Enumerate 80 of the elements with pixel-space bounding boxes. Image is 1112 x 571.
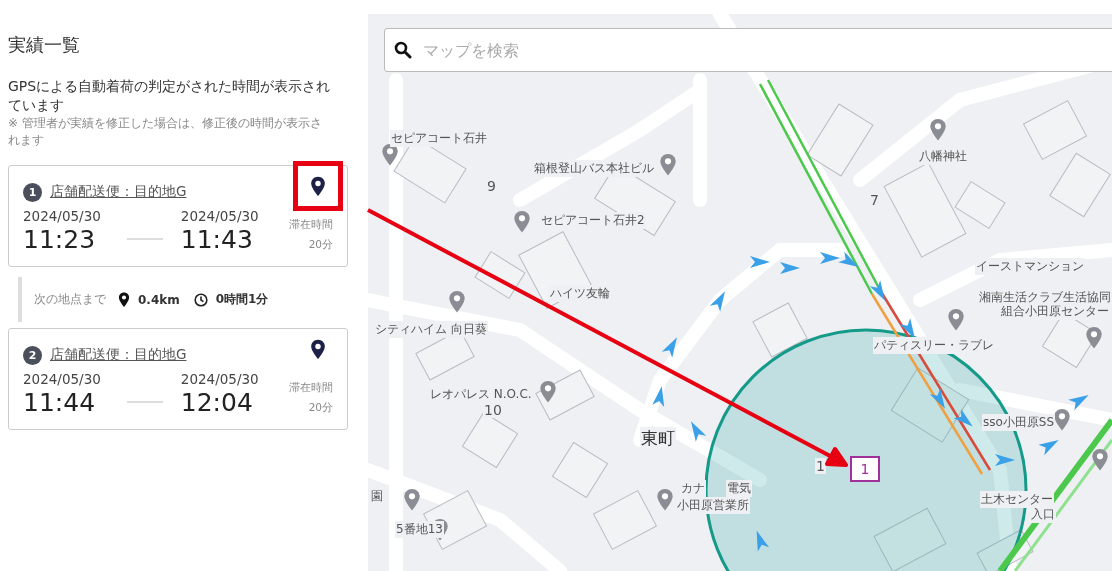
direction-arrow-icon (899, 318, 915, 339)
direction-arrow-icon (838, 251, 859, 267)
place-name: 組合小田原センター (1000, 303, 1110, 320)
place-name: 入口 (1030, 506, 1056, 523)
direction-arrow-icon (691, 421, 707, 442)
end-date: 2024/05/30 (180, 371, 259, 387)
direction-arrow-icon (995, 454, 1015, 466)
description-text: GPSによる自動着荷の判定がされた時間が表示されています (8, 77, 332, 115)
direction-arrow-icon (780, 262, 800, 274)
direction-arrow-icon (661, 337, 677, 358)
direction-arrow-icon (1068, 395, 1089, 411)
location-pin-icon (118, 291, 130, 308)
map-pin-icon (659, 153, 677, 177)
start-date: 2024/05/30 (23, 371, 101, 387)
number-badge: 1 (23, 182, 42, 202)
map-pin-icon (513, 210, 531, 234)
leg-label: 次の地点まで (34, 291, 106, 308)
block-number: 1 (815, 458, 826, 474)
place-name: カナ (680, 480, 706, 497)
place-name: 土木センター (980, 491, 1054, 508)
place-name: セピアコート石井2 (540, 212, 646, 229)
direction-arrow-icon (709, 291, 725, 312)
panel-title: 実績一覧 (8, 33, 81, 57)
place-name: 5番地13 (395, 521, 444, 538)
map-pin-icon (929, 118, 947, 142)
place-name: ハイツ友輪 (549, 285, 611, 302)
stay-label: 滞在時間 (289, 218, 333, 232)
place-name: 小田原営業所 (676, 497, 750, 514)
stay-duration: 20分 (308, 401, 333, 415)
place-name: 園 (370, 488, 384, 505)
end-date: 2024/05/30 (180, 208, 259, 224)
distance-text: 0.4km (138, 292, 180, 307)
place-name: イーストマンション (975, 258, 1085, 275)
place-name: 電気 (726, 480, 752, 497)
start-time: 11:44 (23, 387, 97, 419)
note-text: ※ 管理者が実績を修正した場合は、修正後の時間が表示されます (8, 115, 323, 149)
end-time: 12:04 (180, 387, 254, 419)
block-number: 9 (486, 178, 497, 194)
direction-arrow-icon (1038, 440, 1059, 456)
area-name: 東町 (640, 427, 676, 450)
stay-duration: 20分 (308, 238, 333, 252)
map-pin-icon (1085, 326, 1103, 350)
map-pin-icon (403, 488, 421, 512)
duration-text: 0時間1分 (215, 291, 269, 308)
block-number: 10 (483, 402, 503, 418)
search-icon (394, 41, 412, 59)
place-name: レオパレス N.O.C. (429, 386, 533, 403)
direction-arrow-icon (652, 386, 665, 407)
clock-icon (193, 292, 208, 307)
map-pin-icon (1053, 408, 1071, 432)
map-pin-icon (947, 308, 965, 332)
map-pin-icon (1091, 448, 1109, 472)
direction-arrow-icon (820, 252, 840, 264)
place-name: 八幡神社 (918, 148, 968, 165)
place-name: セピアコート石井 (390, 130, 488, 147)
direction-arrow-icon (869, 280, 885, 301)
stop-marker[interactable]: 1 (850, 456, 880, 482)
start-date: 2024/05/30 (23, 208, 101, 224)
location-pin-icon[interactable] (310, 338, 326, 360)
direction-arrow-icon (953, 409, 973, 427)
map-pin-icon (656, 488, 674, 512)
end-time: 11:43 (180, 224, 254, 256)
place-name: パティスリー・ラブレ (873, 337, 995, 354)
direction-arrow-icon (756, 530, 770, 552)
search-field[interactable]: マップを検索 (384, 28, 1112, 72)
map-pin-icon (448, 290, 466, 314)
map-pin-icon (539, 380, 557, 404)
map-view[interactable]: セピアコート石井 9 箱根登山バス本社ビル セピアコート石井2 八幡神社 7 イーストマンション 湘南生活クラブ生活協同 組合小田原センター ハイツ友輪 シティハイム 向日葵 パティスリー・ラブレ レオパレス N.O.C. 10 東町 1 カナ 電気 小田原営業所 sso小田原SS 園 5番地13 土木センター 入口 1 マップを検索 (368, 14, 1112, 571)
place-name: シティハイム 向日葵 (374, 321, 488, 338)
start-time: 11:23 (23, 224, 97, 256)
number-badge: 2 (23, 345, 42, 365)
location-pin-icon[interactable] (310, 175, 326, 197)
stay-label: 滞在時間 (289, 381, 333, 395)
place-name: sso小田原SS (982, 414, 1056, 431)
destination-link[interactable]: 店舗配送便：目的地G (50, 346, 187, 364)
direction-arrow-icon (750, 256, 770, 268)
direction-arrow-icon (929, 388, 945, 409)
place-name: 箱根登山バス本社ビル (533, 160, 655, 177)
block-number: 7 (869, 192, 880, 208)
destination-link[interactable]: 店舗配送便：目的地G (50, 183, 187, 201)
